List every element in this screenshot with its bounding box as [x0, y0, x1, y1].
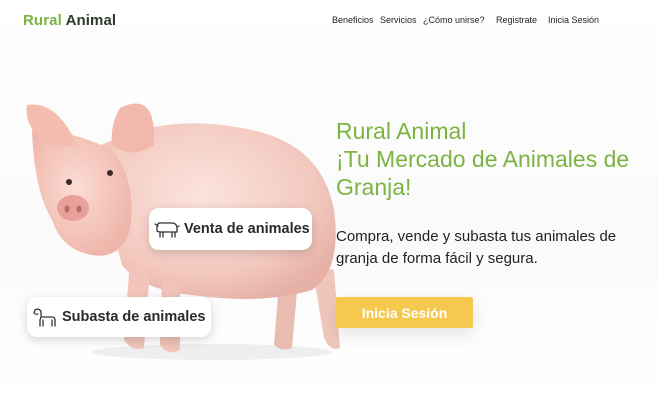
logo-part-rural: Rural: [23, 12, 62, 29]
nav-como-unirse-link[interactable]: ¿Cómo unirse?: [423, 15, 485, 25]
nav-inicia-sesion-link[interactable]: Inicia Sesión: [548, 15, 599, 25]
hero-title: Rural Animal ¡Tu Mercado de Animales de …: [336, 117, 646, 201]
venta-animales-badge[interactable]: Venta de animales: [149, 208, 312, 250]
venta-animales-label: Venta de animales: [184, 221, 310, 237]
hero-title-line-2: ¡Tu Mercado de Animales de: [336, 146, 630, 172]
nav-beneficios-link[interactable]: Beneficios: [332, 15, 374, 25]
hero-title-line-3: Granja!: [336, 174, 412, 200]
nav-registrate-link[interactable]: Registrate: [496, 15, 537, 25]
subasta-animales-badge[interactable]: Subasta de animales: [27, 297, 211, 337]
nav-servicios-link[interactable]: Servicios: [380, 15, 417, 25]
logo-part-animal: Animal: [65, 12, 117, 29]
livestock-icon: [154, 218, 180, 240]
site-logo[interactable]: Rural Animal: [23, 12, 116, 29]
navbar: Rural Animal Beneficios Servicios ¿Cómo …: [0, 0, 658, 44]
inicia-sesion-button[interactable]: Inicia Sesión: [336, 297, 473, 328]
hero-title-line-1: Rural Animal: [336, 118, 467, 144]
animal-icon: [32, 306, 58, 328]
subasta-animales-label: Subasta de animales: [62, 309, 206, 325]
hero-subtitle: Compra, vende y subasta tus animales de …: [336, 228, 617, 267]
